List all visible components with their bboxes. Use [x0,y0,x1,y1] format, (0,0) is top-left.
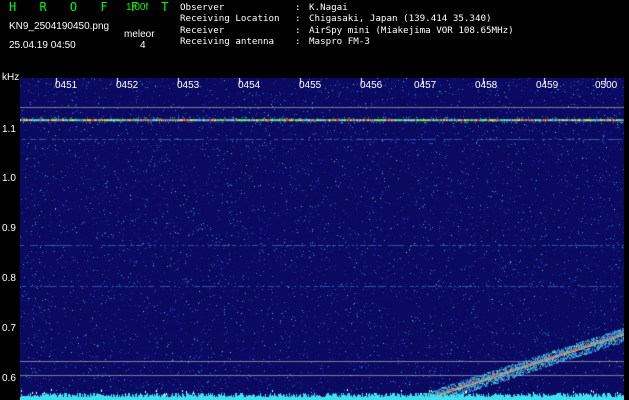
x-tick-label: 0453 [177,80,200,91]
x-tick-label: 0459 [536,80,559,91]
y-tick-label: 1.1 [2,124,16,135]
x-tick-label: 0456 [360,80,383,91]
x-tick-label: 0457 [414,80,437,91]
info-value: Maspro FM-3 [309,36,370,48]
y-tick-label: 1.0 [2,173,16,184]
info-key: Receiving antenna [180,36,275,48]
x-tick-label: 0500 [595,80,618,91]
station-info: Observer : K.Nagai Receiving Location : … [180,2,514,48]
x-tick-label: 0454 [238,80,261,91]
mode-value: 4 [140,40,146,51]
mode-label: meleor [124,29,155,40]
y-tick-label: 0.6 [2,373,16,384]
y-tick-label: 0.8 [2,273,16,284]
info-value: K.Nagai [309,2,348,13]
info-value: Chigasaki, Japan (139.414 35.340) [309,13,492,25]
x-tick-label: 0451 [55,80,78,91]
info-key: Receiver [180,24,225,36]
spectrogram-plot [20,78,624,400]
info-key: Receiving Location [180,13,280,25]
x-tick-label: 0455 [299,80,322,91]
timestamp: 25.04.19 04:50 [9,40,76,51]
image-filename: KN9_2504190450.png [9,21,110,32]
info-row-antenna: Receiving antenna : Maspro FM-3 [180,36,514,47]
x-tick-label: 0458 [475,80,498,91]
app-version: 1.00f [126,2,149,13]
info-row-location: Receiving Location : Chigasaki, Japan (1… [180,13,514,24]
y-axis-unit: kHz [2,72,20,83]
y-tick-label: 0.7 [2,323,16,334]
info-separator: : [295,24,301,36]
info-separator: : [295,13,301,25]
info-separator: : [295,2,301,13]
y-tick-label: 0.9 [2,223,16,234]
info-value: AirSpy mini (Miakejima VOR 108.65MHz) [309,24,514,36]
info-row-receiver: Receiver : AirSpy mini (Miakejima VOR 10… [180,25,514,36]
info-key: Observer [180,2,225,13]
info-separator: : [295,36,301,48]
x-tick-label: 0452 [116,80,139,91]
info-row-observer: Observer : K.Nagai [180,2,514,13]
app-logo-text: H R O F F T [9,0,177,14]
